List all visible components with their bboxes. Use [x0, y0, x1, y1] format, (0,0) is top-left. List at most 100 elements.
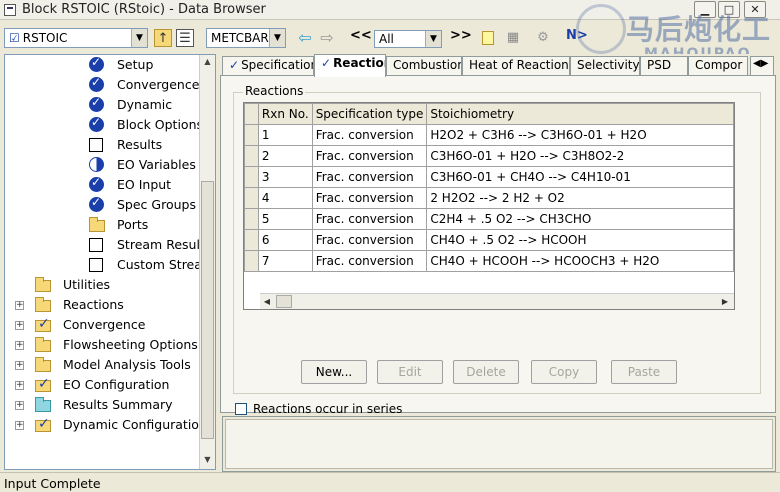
- table-row[interactable]: 5 Frac. conversion C2H4 + .5 O2 --> CH3C…: [244, 208, 734, 230]
- rxn-no-cell[interactable]: 5: [257, 208, 313, 230]
- tab-combustion[interactable]: Combustion: [386, 56, 462, 76]
- rxn-no-cell[interactable]: 2: [257, 145, 313, 167]
- rxn-no-cell[interactable]: 3: [257, 166, 313, 188]
- table-row[interactable]: 3 Frac. conversion C3H6O-01 + CH4O --> C…: [244, 166, 734, 188]
- calculator-icon[interactable]: ▦: [504, 29, 522, 47]
- scroll-left-icon[interactable]: ◀: [260, 295, 274, 309]
- table-row[interactable]: 4 Frac. conversion 2 H2O2 --> 2 H2 + O2: [244, 187, 734, 209]
- tree-item-dynamic-configuration[interactable]: + Dynamic Configuration: [5, 415, 207, 435]
- spec-type-cell[interactable]: Frac. conversion: [311, 145, 428, 167]
- tree-item-custom-stream[interactable]: Custom Stream: [5, 255, 214, 275]
- tree-item-dynamic[interactable]: Dynamic: [5, 95, 199, 115]
- tree-item-spec-groups[interactable]: Spec Groups: [5, 195, 199, 215]
- spec-type-cell[interactable]: Frac. conversion: [311, 229, 428, 251]
- tree-item-eo-configuration[interactable]: + EO Configuration: [5, 375, 199, 395]
- scroll-up-icon[interactable]: ▲: [201, 55, 214, 69]
- scroll-thumb[interactable]: [276, 295, 292, 308]
- forward-arrow-icon[interactable]: ⇨: [318, 29, 336, 47]
- block-select[interactable]: ☑ RSTOIC ▼: [4, 28, 148, 48]
- tree-item-model-analysis-tools[interactable]: + Model Analysis Tools: [5, 355, 199, 375]
- rxn-no-cell[interactable]: 4: [257, 187, 313, 209]
- scroll-thumb[interactable]: [201, 181, 214, 439]
- tree-item-reactions[interactable]: + Reactions: [5, 295, 199, 315]
- rxn-no-cell[interactable]: 6: [257, 229, 313, 251]
- expand-plus-icon[interactable]: +: [15, 301, 24, 310]
- tab-component[interactable]: Compor: [688, 56, 748, 76]
- row-selector[interactable]: [244, 208, 259, 230]
- next-button[interactable]: >>: [450, 28, 472, 43]
- tree-item-ports[interactable]: Ports: [5, 215, 199, 235]
- paste-button[interactable]: Paste: [611, 360, 677, 384]
- tree-item-stream-results[interactable]: Stream Results: [5, 235, 211, 255]
- tab-reactions[interactable]: ✓Reactions: [314, 54, 386, 77]
- tree-item-eo-variables[interactable]: EO Variables: [5, 155, 199, 175]
- tab-scroll-arrows[interactable]: ◀▶: [750, 56, 774, 76]
- tab-specifications[interactable]: ✓Specifications: [222, 56, 314, 76]
- column-header-rxn-no[interactable]: Rxn No.: [257, 103, 313, 125]
- table-row[interactable]: 7 Frac. conversion CH4O + HCOOH --> HCOO…: [244, 250, 734, 272]
- column-header-spec-type[interactable]: Specification type: [311, 103, 428, 125]
- expand-plus-icon[interactable]: +: [15, 321, 24, 330]
- spec-type-cell[interactable]: Frac. conversion: [311, 166, 428, 188]
- expand-plus-icon[interactable]: +: [15, 381, 24, 390]
- previous-button[interactable]: <<: [350, 28, 372, 43]
- row-selector[interactable]: [244, 250, 259, 272]
- series-checkbox[interactable]: [235, 403, 247, 415]
- back-arrow-icon[interactable]: ⇦: [296, 29, 314, 47]
- chevron-down-icon[interactable]: ▼: [269, 29, 285, 47]
- tab-selectivity[interactable]: Selectivity: [570, 56, 640, 76]
- table-horizontal-scrollbar[interactable]: ◀ ▶: [260, 293, 734, 309]
- rxn-no-cell[interactable]: 1: [257, 124, 313, 146]
- copy-button[interactable]: Copy: [531, 360, 597, 384]
- stoichiometry-cell[interactable]: C3H6O-01 + CH4O --> C4H10-01: [426, 166, 734, 188]
- row-selector[interactable]: [244, 124, 259, 146]
- tree-item-utilities[interactable]: Utilities: [5, 275, 199, 295]
- folder-up-icon[interactable]: ↑: [154, 29, 172, 47]
- scroll-right-icon[interactable]: ▶: [718, 295, 732, 309]
- tab-heat-of-reaction[interactable]: Heat of Reaction: [462, 56, 570, 76]
- spec-type-cell[interactable]: Frac. conversion: [311, 124, 428, 146]
- settings-gear-icon[interactable]: ⚙: [534, 29, 552, 47]
- notes-icon[interactable]: [482, 31, 494, 45]
- new-button[interactable]: New...: [301, 360, 367, 384]
- tree-item-setup[interactable]: Setup: [5, 55, 199, 75]
- expand-plus-icon[interactable]: +: [15, 401, 24, 410]
- stoichiometry-cell[interactable]: CH4O + HCOOH --> HCOOCH3 + H2O: [426, 250, 734, 272]
- stoichiometry-cell[interactable]: 2 H2O2 --> 2 H2 + O2: [426, 187, 734, 209]
- expand-plus-icon[interactable]: +: [15, 421, 24, 430]
- chevron-down-icon[interactable]: ▼: [425, 31, 441, 47]
- spec-type-cell[interactable]: Frac. conversion: [311, 208, 428, 230]
- row-selector[interactable]: [244, 166, 259, 188]
- delete-button[interactable]: Delete: [453, 360, 519, 384]
- tree-vertical-scrollbar[interactable]: ▲ ▼: [199, 55, 215, 469]
- tree-item-results-summary[interactable]: + Results Summary: [5, 395, 199, 415]
- scroll-down-icon[interactable]: ▼: [201, 453, 214, 467]
- table-row[interactable]: 6 Frac. conversion CH4O + .5 O2 --> HCOO…: [244, 229, 734, 251]
- spec-type-cell[interactable]: Frac. conversion: [311, 250, 428, 272]
- row-selector[interactable]: [244, 145, 259, 167]
- tab-psd[interactable]: PSD: [640, 56, 688, 76]
- series-checkbox-row[interactable]: Reactions occur in series: [235, 402, 402, 416]
- stoichiometry-cell[interactable]: H2O2 + C3H6 --> C3H6O-01 + H2O: [426, 124, 734, 146]
- row-selector[interactable]: [244, 229, 259, 251]
- row-selector[interactable]: [244, 187, 259, 209]
- expand-plus-icon[interactable]: +: [15, 361, 24, 370]
- table-row[interactable]: 2 Frac. conversion C3H6O-01 + H2O --> C3…: [244, 145, 734, 167]
- tree-item-convergence-folder[interactable]: + Convergence: [5, 315, 199, 335]
- rxn-no-cell[interactable]: 7: [257, 250, 313, 272]
- stoichiometry-cell[interactable]: CH4O + .5 O2 --> HCOOH: [426, 229, 734, 251]
- column-header-stoichiometry[interactable]: Stoichiometry: [426, 103, 734, 125]
- tree-item-flowsheeting-options[interactable]: + Flowsheeting Options: [5, 335, 199, 355]
- edit-button[interactable]: Edit: [377, 360, 443, 384]
- spec-type-cell[interactable]: Frac. conversion: [311, 187, 428, 209]
- stoichiometry-cell[interactable]: C3H6O-01 + H2O --> C3H8O2-2: [426, 145, 734, 167]
- tree-item-results[interactable]: Results: [5, 135, 199, 155]
- table-row[interactable]: 1 Frac. conversion H2O2 + C3H6 --> C3H6O…: [244, 124, 734, 146]
- units-select[interactable]: METCBAR ▼: [206, 28, 286, 48]
- tree-item-convergence[interactable]: Convergence: [5, 75, 199, 95]
- tree-view-icon[interactable]: ☰: [176, 29, 194, 47]
- tree-item-block-options[interactable]: Block Options: [5, 115, 203, 135]
- stoichiometry-cell[interactable]: C2H4 + .5 O2 --> CH3CHO: [426, 208, 734, 230]
- expand-plus-icon[interactable]: +: [15, 341, 24, 350]
- tree-item-eo-input[interactable]: EO Input: [5, 175, 199, 195]
